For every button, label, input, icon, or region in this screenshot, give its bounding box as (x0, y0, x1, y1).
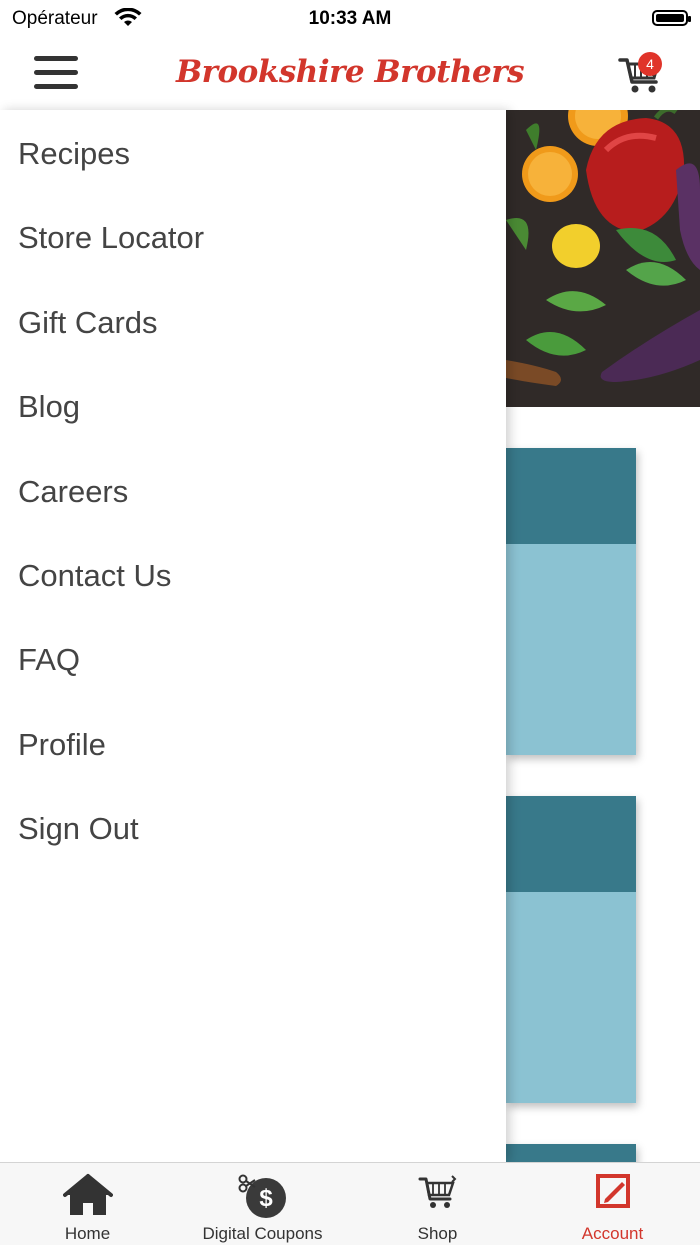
tab-shop-label: Shop (417, 1224, 458, 1243)
bottom-tab-bar: Home $ Digital Coupons Shop Account (0, 1162, 700, 1245)
drawer-item-contact-us[interactable]: Contact Us (18, 558, 171, 594)
tab-digital-coupons[interactable]: $ Digital Coupons (175, 1163, 350, 1245)
coupon-dollar-icon: $ (235, 1173, 291, 1226)
drawer-item-faq[interactable]: FAQ (18, 642, 80, 678)
navigation-drawer: Recipes Store Locator Gift Cards Blog Ca… (0, 110, 506, 1162)
cart-count-badge: 4 (638, 52, 662, 76)
promo-card[interactable] (506, 796, 636, 1103)
drawer-item-recipes[interactable]: Recipes (18, 136, 130, 172)
drawer-item-sign-out[interactable]: Sign Out (18, 811, 139, 847)
promo-card[interactable] (506, 448, 636, 755)
status-time: 10:33 AM (308, 8, 392, 29)
battery-icon (652, 10, 691, 26)
hero-image (506, 110, 700, 407)
shopping-cart-icon (418, 1173, 458, 1218)
tab-account[interactable]: Account (525, 1163, 700, 1245)
drawer-item-profile[interactable]: Profile (18, 727, 106, 763)
tab-account-label: Account (581, 1224, 644, 1243)
tab-home-label: Home (64, 1224, 111, 1243)
background-content (506, 110, 700, 1162)
tab-home[interactable]: Home (0, 1163, 175, 1245)
svg-text:$: $ (259, 1185, 273, 1212)
home-icon (62, 1173, 113, 1222)
promo-card[interactable] (506, 1144, 636, 1162)
app-header: Brookshire Brothers 4 (0, 40, 700, 111)
drawer-item-blog[interactable]: Blog (18, 389, 80, 425)
drawer-item-store-locator[interactable]: Store Locator (18, 220, 204, 256)
drawer-item-gift-cards[interactable]: Gift Cards (18, 305, 158, 341)
status-bar: Opérateur 10:33 AM (0, 0, 700, 40)
tab-shop[interactable]: Shop (350, 1163, 525, 1245)
brand-logo[interactable]: Brookshire Brothers (0, 54, 700, 90)
drawer-item-careers[interactable]: Careers (18, 474, 128, 510)
tab-digital-coupons-label: Digital Coupons (202, 1224, 323, 1243)
account-edit-icon (595, 1173, 631, 1214)
